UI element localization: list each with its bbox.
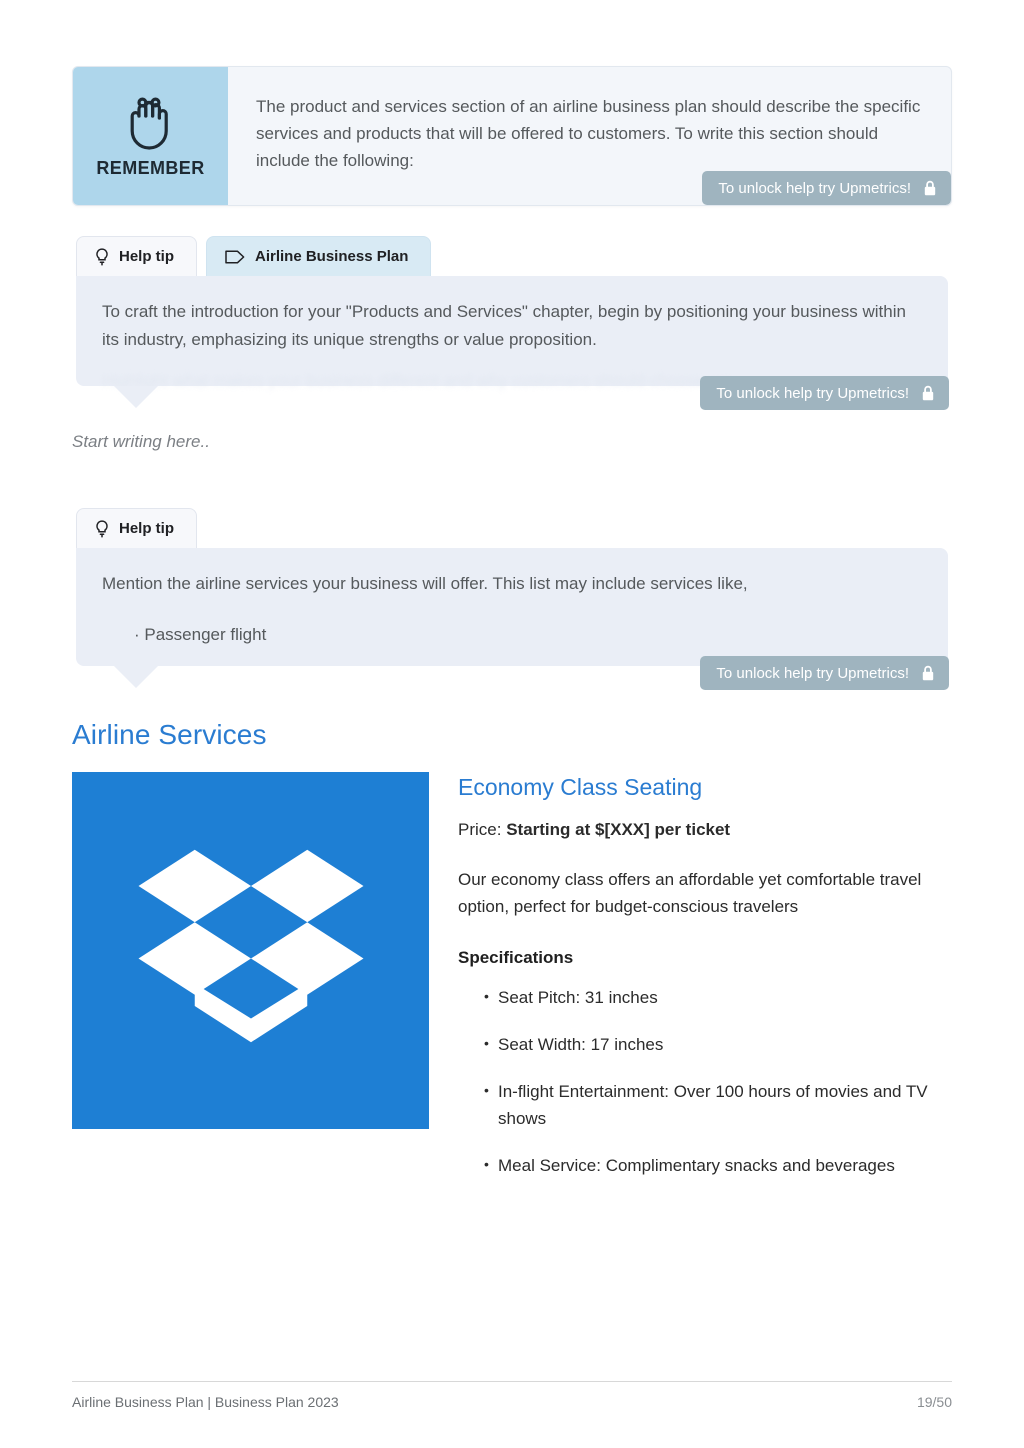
- tab-airline-business-plan[interactable]: Airline Business Plan: [206, 236, 432, 276]
- unlock-upmetrics-badge-2[interactable]: To unlock help try Upmetrics!: [700, 376, 949, 410]
- unlock-badge-label-3: To unlock help try Upmetrics!: [716, 664, 909, 682]
- help-tip-tail-1: [114, 386, 158, 408]
- product-price-label: Price:: [458, 820, 502, 839]
- hand-with-string-reminder-icon: [128, 94, 174, 152]
- footer-divider: [72, 1381, 952, 1382]
- tip-tabs-2: Help tip: [76, 508, 197, 548]
- product-price-value: Starting at $[XXX] per ticket: [506, 820, 731, 839]
- help-tip-body-2: Mention the airline services your busine…: [76, 548, 949, 690]
- help-tip-text-2: Mention the airline services your busine…: [102, 574, 748, 593]
- remember-text: The product and services section of an a…: [256, 97, 921, 170]
- tab-help-tip-2[interactable]: Help tip: [76, 508, 197, 548]
- lock-icon: [921, 665, 935, 681]
- editor-placeholder[interactable]: Start writing here..: [72, 432, 210, 452]
- unlock-upmetrics-badge-1[interactable]: To unlock help try Upmetrics!: [702, 171, 951, 205]
- lightbulb-icon: [95, 519, 109, 538]
- product-description: Our economy class offers an affordable y…: [458, 870, 922, 916]
- dropbox-logo-image: [72, 772, 429, 1129]
- tip-tabs-1: Help tip Airline Business Plan: [76, 236, 432, 276]
- list-item: Seat Width: 17 inches: [484, 1030, 952, 1058]
- help-tip-text-1: To craft the introduction for your "Prod…: [102, 302, 906, 349]
- help-tip-body-1: To craft the introduction for your "Prod…: [76, 276, 949, 410]
- footer-page-number: 19/50: [916, 1394, 952, 1410]
- specifications-title: Specifications: [458, 948, 574, 967]
- help-tip-tail-2: [114, 666, 158, 688]
- lock-icon: [921, 385, 935, 401]
- list-item: Seat Pitch: 31 inches: [484, 983, 952, 1011]
- product-title: Economy Class Seating: [458, 774, 703, 800]
- unlock-upmetrics-badge-3[interactable]: To unlock help try Upmetrics!: [700, 656, 949, 690]
- unlock-badge-label-1: To unlock help try Upmetrics!: [718, 179, 911, 197]
- product-block: Economy Class Seating Price: Starting at…: [72, 772, 952, 1178]
- page-title: Airline Services: [72, 718, 267, 750]
- lightbulb-icon: [95, 247, 109, 266]
- tab-airline-business-plan-label: Airline Business Plan: [255, 248, 409, 265]
- remember-callout: REMEMBER The product and services sectio…: [72, 66, 952, 206]
- product-price: Price: Starting at $[XXX] per ticket: [458, 820, 952, 840]
- help-tip-bullet-2: · Passenger flight: [134, 625, 267, 644]
- remember-text-area: The product and services section of an a…: [228, 67, 951, 205]
- list-item: Meal Service: Complimentary snacks and b…: [484, 1151, 952, 1179]
- product-details: Economy Class Seating Price: Starting at…: [458, 772, 952, 1199]
- tab-help-tip-1[interactable]: Help tip: [76, 236, 197, 276]
- remember-badge-panel: REMEMBER: [73, 67, 228, 205]
- remember-label: REMEMBER: [96, 157, 205, 178]
- tab-help-tip-label-1: Help tip: [119, 248, 174, 265]
- specifications-list: Seat Pitch: 31 inches Seat Width: 17 inc…: [458, 983, 952, 1179]
- lock-icon: [923, 180, 937, 196]
- tag-icon: [225, 249, 245, 264]
- list-item: In-flight Entertainment: Over 100 hours …: [484, 1077, 952, 1132]
- unlock-badge-label-2: To unlock help try Upmetrics!: [716, 384, 909, 402]
- tab-help-tip-label-2: Help tip: [119, 520, 174, 537]
- document-page: REMEMBER The product and services sectio…: [0, 0, 1024, 1448]
